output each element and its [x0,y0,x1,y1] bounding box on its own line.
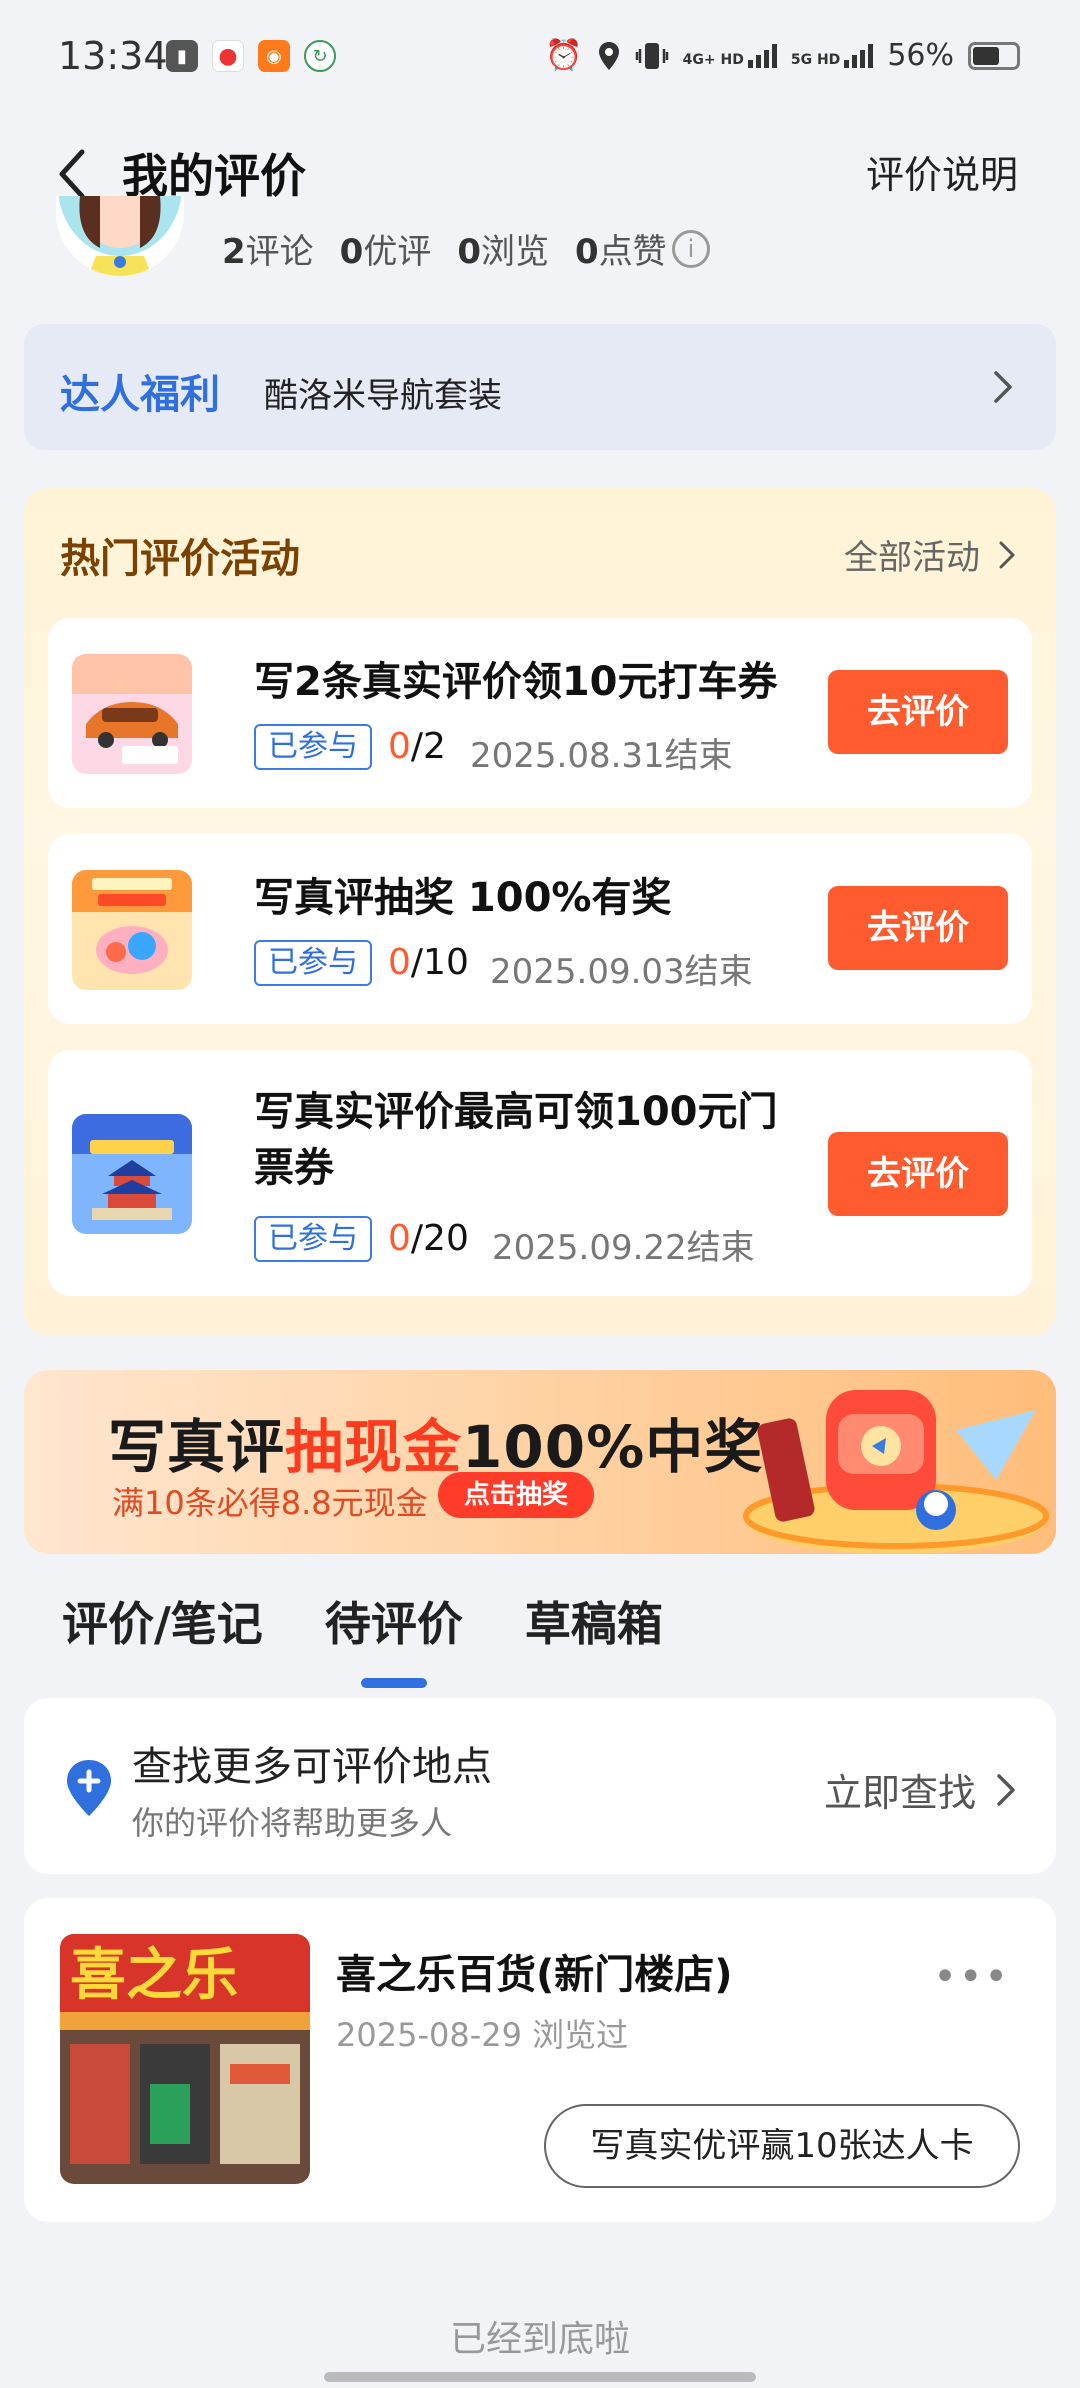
all-activities-link[interactable]: 全部活动 [844,530,1016,579]
activity-thumbnail-car [72,654,192,774]
activity-title: 写2条真实评价领10元打车券 [254,659,778,705]
avatar[interactable] [56,196,184,276]
pending-review-place[interactable]: 喜之乐 喜之乐百货(新门楼店) 2025-08-29 浏览过 ••• 写真实优评… [24,1898,1056,2222]
signal-2: 5G HD [791,43,874,68]
vibrate-icon [635,42,668,69]
activity-progress: 0/20 [388,1218,469,1259]
chevron-right-icon [994,371,1012,403]
banner-title: 写真评抽现金100%中奖 [108,1413,764,1481]
activity-card[interactable]: 写2条真实评价领10元打车券 已参与 0/2 2025.08.31结束 去评价 [48,618,1032,808]
end-of-list-text: 已经到底啦 [449,2319,630,2360]
activity-title: 写真实评价最高可领100元门票券 [254,1089,778,1191]
joined-tag: 已参与 [254,940,372,986]
go-review-button[interactable]: 去评价 [828,670,1008,754]
store-photo: 喜之乐 [60,1934,310,2184]
write-review-button[interactable]: 写真实优评赢10张达人卡 [544,2104,1020,2188]
lottery-button[interactable]: 点击抽奖 [438,1472,595,1518]
tab-drafts[interactable]: 草稿箱 [525,1588,663,1654]
signal-bars-icon [844,43,874,68]
activity-card[interactable]: 写真评抽奖 100%有奖 已参与 0/10 2025.09.03结束 去评价 [48,834,1032,1024]
perks-desc: 酷洛米导航套装 [264,376,502,416]
map-app-icon: ● [212,40,244,72]
tab-reviews-notes[interactable]: 评价/笔记 [62,1588,263,1654]
activity-title: 写真评抽奖 100%有奖 [254,875,672,921]
go-review-button[interactable]: 去评价 [828,886,1008,970]
activity-progress: 0/2 [388,726,446,767]
review-stats: 2评论 0优评 0浏览 0点赞 [222,224,667,273]
find-more-places[interactable]: 查找更多可评价地点 你的评价将帮助更多人 立即查找 [24,1698,1056,1874]
cash-lottery-banner[interactable]: 写真评抽现金100%中奖 满10条必得8.8元现金 点击抽奖 [24,1370,1056,1554]
activity-thumbnail-temple [72,1114,192,1234]
perks-banner[interactable]: 达人福利 酷洛米导航套装 [24,324,1056,450]
stat-quality: 0优评 [339,232,432,272]
activity-card[interactable]: 写真实评价最高可领100元门票券 已参与 0/20 2025.09.22结束 去… [48,1050,1032,1296]
activity-deadline: 2025.08.31结束 [470,736,733,776]
find-more-subtitle: 你的评价将帮助更多人 [132,1804,453,1842]
more-options-icon[interactable]: ••• [933,1954,1010,2000]
stat-likes: 0点赞 [575,232,667,272]
chevron-right-icon [999,541,1015,568]
place-name: 喜之乐百货(新门楼店) [336,1952,733,1998]
activity-deadline: 2025.09.03结束 [490,952,753,992]
go-review-button[interactable]: 去评价 [828,1132,1008,1216]
shop-app-icon: ◉ [258,40,290,72]
signal-bars-icon [747,43,777,68]
activities-title: 热门评价活动 [60,536,300,582]
add-location-icon [67,1760,111,1816]
battery-percent: 56% [887,38,954,73]
signal-1: 4G+ HD [683,43,777,68]
svg-text:喜之乐: 喜之乐 [70,1943,238,2008]
stat-comments: 2评论 [222,232,314,272]
hot-activities: 热门评价活动 全部活动 写2条真实评价领10元打车券 已参与 0/2 2025.… [24,488,1056,1336]
review-explain-link[interactable]: 评价说明 [866,144,1018,199]
find-now-link[interactable]: 立即查找 [824,1762,1016,1817]
activity-thumbnail-lottery [72,870,192,990]
alarm-icon: ⏰ [545,38,583,73]
perks-title: 达人福利 [60,372,220,418]
review-tabs: 评价/笔记 待评价 草稿箱 [62,1588,663,1688]
place-visit-date: 2025-08-29 浏览过 [336,2016,629,2054]
tab-pending-review[interactable]: 待评价 [325,1588,463,1688]
find-more-title: 查找更多可评价地点 [132,1744,492,1790]
status-bar: 13:34 ▮ ● ◉ ↻ ⏰ 4G+ HD 5G HD 56% [0,0,1080,120]
chevron-right-icon [997,1773,1015,1806]
info-icon[interactable]: i [672,230,710,268]
activity-progress: 0/10 [388,942,469,983]
battery-icon [968,41,1020,70]
activity-deadline: 2025.09.22结束 [492,1228,755,1268]
red-envelope-illustration [743,1390,1049,1554]
location-icon [598,41,619,70]
status-time: 13:34 [58,34,168,78]
home-indicator[interactable] [324,2372,756,2382]
system-icons: ⏰ 4G+ HD 5G HD 56% [545,38,1020,73]
banner-subtitle: 满10条必得8.8元现金 [112,1484,428,1522]
voice-app-icon: ▮ [166,40,198,72]
notification-icons: ▮ ● ◉ ↻ [166,40,336,72]
joined-tag: 已参与 [254,1216,372,1262]
sync-app-icon: ↻ [304,40,336,72]
joined-tag: 已参与 [254,724,372,770]
stat-views: 0浏览 [457,232,550,272]
